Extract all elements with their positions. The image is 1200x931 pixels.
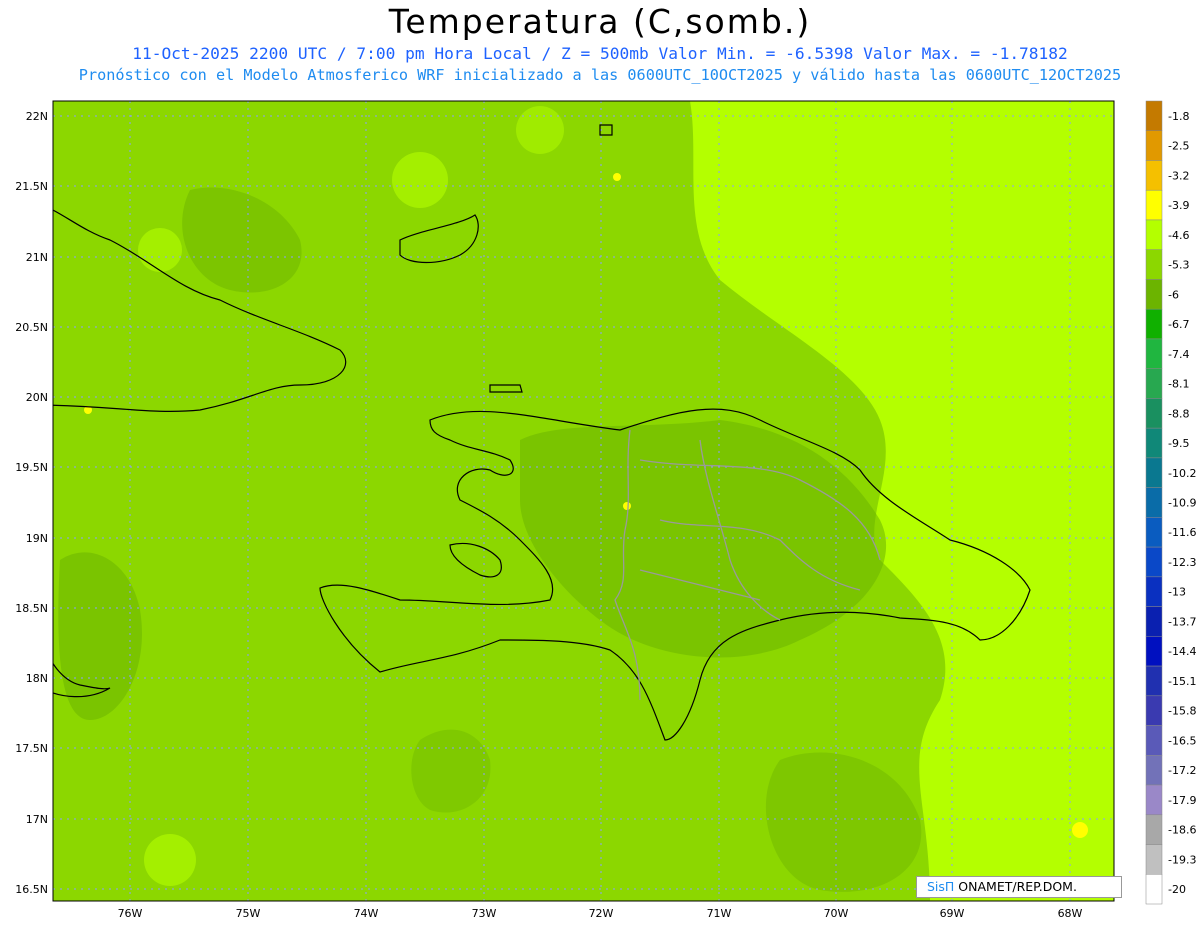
colorbar-label: -8.1 (1168, 378, 1189, 391)
lat-label: 19N (26, 532, 48, 545)
colorbar-label: -4.6 (1168, 229, 1189, 242)
credit-box: SisΠ ONAMET/REP.DOM. (916, 876, 1122, 898)
lat-label: 21N (26, 251, 48, 264)
colorbar-swatch (1145, 517, 1163, 548)
colorbar-swatch (1145, 755, 1163, 786)
colorbar-swatch (1145, 219, 1163, 250)
lat-label: 18N (26, 672, 48, 685)
colorbar-swatch (1145, 249, 1163, 280)
colorbar-swatch (1145, 427, 1163, 459)
colorbar-label: -19.3 (1168, 853, 1196, 866)
colorbar-label: -10.9 (1168, 497, 1196, 510)
colorbar-swatch (1145, 279, 1163, 310)
colorbar-swatch (1145, 576, 1163, 607)
colorbar-label: -13.7 (1168, 615, 1196, 628)
lon-label: 73W (472, 907, 497, 920)
warm-spot (623, 502, 631, 510)
colorbar-label: -2.5 (1168, 140, 1189, 153)
colorbar-swatch (1145, 725, 1163, 756)
colorbar-label: -3.2 (1168, 169, 1189, 182)
warm-spot (144, 834, 196, 886)
colorbar: -1.8 -2.5 -3.2 -3.9 -4.6 -5.3 -6 -6.7 -7.4 -8.1 -8… (1145, 100, 1196, 905)
lat-label: 20.5N (15, 321, 48, 334)
warm-spot (1072, 822, 1088, 838)
lat-label: 18.5N (15, 602, 48, 615)
map-area: 22N 21.5N 21N 20.5N 20N 19.5N 19N 18.5N … (0, 90, 1200, 931)
colorbar-swatch (1145, 546, 1163, 578)
colorbar-swatch (1145, 368, 1163, 399)
temperature-map[interactable]: 22N 21.5N 21N 20.5N 20N 19.5N 19N 18.5N … (0, 90, 1200, 927)
colorbar-label: -17.2 (1168, 764, 1196, 777)
colorbar-swatch (1145, 189, 1163, 221)
colorbar-label: -13 (1168, 586, 1186, 599)
colorbar-swatch (1145, 398, 1163, 429)
lon-label: 69W (940, 907, 965, 920)
colorbar-label: -3.9 (1168, 199, 1189, 212)
lat-label: 21.5N (15, 180, 48, 193)
colorbar-swatch (1145, 338, 1163, 369)
colorbar-swatch (1145, 487, 1163, 518)
colorbar-label: -15.1 (1168, 675, 1196, 688)
warm-spot (392, 152, 448, 208)
colorbar-label: -12.3 (1168, 556, 1196, 569)
credit-text: ONAMET/REP.DOM. (954, 879, 1077, 894)
subtitle-model-info: Pronóstico con el Modelo Atmosferico WRF… (78, 66, 1122, 84)
colorbar-label: -1.8 (1168, 110, 1189, 123)
lat-label: 16.5N (15, 883, 48, 896)
colorbar-label: -14.4 (1168, 645, 1196, 658)
sispi-logo: SisΠ (927, 879, 955, 894)
lon-label: 75W (236, 907, 261, 920)
lat-label: 22N (26, 110, 48, 123)
latitude-axis: 22N 21.5N 21N 20.5N 20N 19.5N 19N 18.5N … (15, 110, 48, 896)
colorbar-swatch (1145, 100, 1163, 131)
colorbar-label: -20 (1168, 883, 1186, 896)
colorbar-swatch (1145, 844, 1163, 875)
colorbar-label: -6.7 (1168, 318, 1189, 331)
colorbar-swatch (1145, 160, 1163, 191)
colorbar-swatch (1145, 874, 1163, 905)
colorbar-label: -10.2 (1168, 467, 1196, 480)
lon-label: 68W (1058, 907, 1083, 920)
longitude-axis: 76W 75W 74W 73W 72W 71W 70W 69W 68W (118, 907, 1083, 920)
colorbar-label: -11.6 (1168, 526, 1196, 539)
colorbar-label: -16.5 (1168, 734, 1196, 747)
warm-spot (138, 228, 182, 272)
colorbar-swatch (1145, 606, 1163, 637)
lat-label: 20N (26, 391, 48, 404)
lon-label: 71W (707, 907, 732, 920)
colorbar-label: -7.4 (1168, 348, 1189, 361)
colorbar-label: -5.3 (1168, 259, 1189, 272)
colorbar-label: -18.6 (1168, 824, 1196, 837)
colorbar-swatch (1145, 130, 1163, 161)
warm-spot (613, 173, 621, 181)
colorbar-label: -6 (1168, 288, 1179, 301)
colorbar-swatch (1145, 636, 1163, 667)
colorbar-swatch (1145, 784, 1163, 816)
colorbar-swatch (1145, 665, 1163, 697)
colorbar-label: -15.8 (1168, 705, 1196, 718)
lon-label: 70W (824, 907, 849, 920)
lon-label: 74W (354, 907, 379, 920)
lon-label: 76W (118, 907, 143, 920)
lat-label: 17.5N (15, 742, 48, 755)
colorbar-swatch (1145, 695, 1163, 726)
lat-label: 19.5N (15, 461, 48, 474)
colorbar-label: -8.8 (1168, 407, 1189, 420)
lat-label: 17N (26, 813, 48, 826)
colorbar-label: -17.9 (1168, 794, 1196, 807)
colorbar-swatch (1145, 457, 1163, 488)
warm-spot (516, 106, 564, 154)
subtitle-valid-time: 11-Oct-2025 2200 UTC / 7:00 pm Hora Loca… (132, 44, 1068, 63)
lon-label: 72W (589, 907, 614, 920)
colorbar-label: -9.5 (1168, 437, 1189, 450)
map-title: Temperatura (C,somb.) (388, 2, 812, 41)
colorbar-swatch (1145, 308, 1163, 340)
colorbar-swatch (1145, 814, 1163, 845)
